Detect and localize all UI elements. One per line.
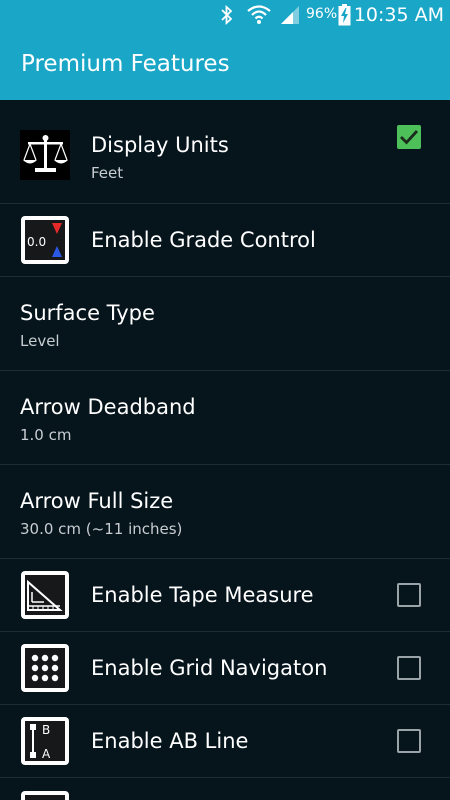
grade-value-text: 0.0 bbox=[27, 235, 46, 249]
pref-summary: 30.0 cm (~11 inches) bbox=[20, 520, 183, 538]
screen: 96% 10:35 AM Premium Features Display Un… bbox=[0, 0, 450, 800]
grade-control-icon: 0.0 bbox=[20, 215, 70, 265]
grade-control-checkbox[interactable] bbox=[397, 125, 421, 149]
wifi-icon bbox=[247, 5, 271, 24]
pref-title: Arrow Full Size bbox=[20, 489, 174, 513]
pref-enable-tape-measure[interactable]: Enable Tape Measure bbox=[0, 559, 450, 632]
grid-navigation-checkbox[interactable] bbox=[397, 656, 421, 680]
bluetooth-icon bbox=[221, 5, 233, 25]
ab-line-a-label: A bbox=[42, 747, 51, 761]
pref-next-item[interactable] bbox=[0, 778, 450, 800]
pref-title: Enable Grid Navigaton bbox=[91, 656, 328, 680]
pref-title: Enable AB Line bbox=[91, 729, 249, 753]
ab-line-checkbox[interactable] bbox=[397, 729, 421, 753]
ab-line-icon: B A bbox=[20, 716, 70, 766]
pref-title: Enable Grade Control bbox=[91, 228, 316, 252]
scale-icon bbox=[20, 130, 70, 180]
pref-title: Arrow Deadband bbox=[20, 395, 196, 419]
pref-enable-grid-navigation[interactable]: Enable Grid Navigaton bbox=[0, 632, 450, 705]
tape-measure-icon bbox=[20, 570, 70, 620]
next-item-icon bbox=[20, 790, 70, 800]
pref-arrow-full-size[interactable]: Arrow Full Size 30.0 cm (~11 inches) bbox=[0, 465, 450, 559]
status-bar: 96% 10:35 AM bbox=[0, 0, 450, 31]
grid-icon bbox=[20, 643, 70, 693]
tape-measure-checkbox[interactable] bbox=[397, 583, 421, 607]
checkmark-icon bbox=[400, 130, 419, 145]
battery-charging-icon bbox=[338, 4, 351, 26]
action-bar: Premium Features bbox=[0, 31, 450, 100]
status-clock: 10:35 AM bbox=[353, 4, 444, 26]
page-title: Premium Features bbox=[21, 51, 230, 77]
pref-enable-grade-control[interactable]: 0.0 Enable Grade Control bbox=[0, 125, 450, 277]
pref-surface-type[interactable]: Surface Type Level bbox=[0, 277, 450, 371]
pref-summary: Level bbox=[20, 332, 60, 350]
battery-percent: 96% bbox=[306, 6, 338, 22]
pref-arrow-deadband[interactable]: Arrow Deadband 1.0 cm bbox=[0, 371, 450, 465]
pref-title: Surface Type bbox=[20, 301, 155, 325]
signal-icon bbox=[281, 6, 299, 24]
pref-title: Display Units bbox=[91, 133, 229, 157]
ab-line-b-label: B bbox=[42, 723, 50, 737]
pref-summary: Feet bbox=[91, 164, 124, 182]
pref-display-units[interactable]: Display Units Feet bbox=[0, 100, 450, 204]
pref-enable-ab-line[interactable]: B A Enable AB Line bbox=[0, 705, 450, 778]
pref-title: Enable Tape Measure bbox=[91, 583, 314, 607]
pref-summary: 1.0 cm bbox=[20, 426, 72, 444]
